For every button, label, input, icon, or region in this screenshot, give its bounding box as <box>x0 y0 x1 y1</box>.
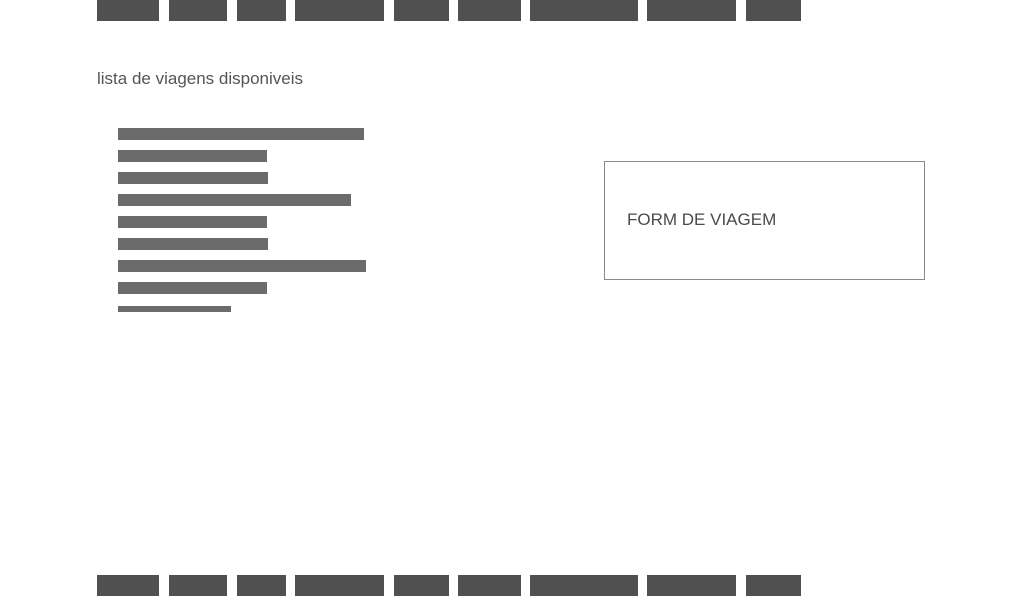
top-nav-item-1[interactable] <box>97 0 159 21</box>
trip-list-item[interactable] <box>118 194 351 206</box>
top-nav-item-9[interactable] <box>746 0 801 21</box>
trip-list-item[interactable] <box>118 128 364 140</box>
trip-list-item[interactable] <box>118 172 268 184</box>
top-nav-item-5[interactable] <box>394 0 449 21</box>
top-nav-item-6[interactable] <box>458 0 521 21</box>
bottom-nav <box>0 575 1024 596</box>
trip-list-item[interactable] <box>118 238 268 250</box>
trip-form-title: FORM DE VIAGEM <box>627 210 777 229</box>
trip-list-item[interactable] <box>118 260 366 272</box>
top-nav-item-8[interactable] <box>647 0 736 21</box>
bottom-nav-item-5[interactable] <box>394 575 449 596</box>
top-nav-item-7[interactable] <box>530 0 638 21</box>
trip-list <box>118 128 418 318</box>
bottom-nav-item-2[interactable] <box>169 575 227 596</box>
trip-form-panel: FORM DE VIAGEM <box>604 161 925 280</box>
trip-list-item[interactable] <box>118 150 267 162</box>
trip-list-item[interactable] <box>118 216 267 228</box>
bottom-nav-item-4[interactable] <box>295 575 384 596</box>
top-nav-item-3[interactable] <box>237 0 286 21</box>
trip-list-item[interactable] <box>118 306 231 312</box>
top-nav-item-2[interactable] <box>169 0 227 21</box>
top-nav-item-4[interactable] <box>295 0 384 21</box>
trip-list-item[interactable] <box>118 282 267 294</box>
bottom-nav-item-7[interactable] <box>530 575 638 596</box>
page-title: lista de viagens disponiveis <box>97 69 304 88</box>
bottom-nav-item-8[interactable] <box>647 575 736 596</box>
bottom-nav-item-6[interactable] <box>458 575 521 596</box>
bottom-nav-item-1[interactable] <box>97 575 159 596</box>
bottom-nav-item-9[interactable] <box>746 575 801 596</box>
bottom-nav-item-3[interactable] <box>237 575 286 596</box>
top-nav <box>0 0 1024 21</box>
